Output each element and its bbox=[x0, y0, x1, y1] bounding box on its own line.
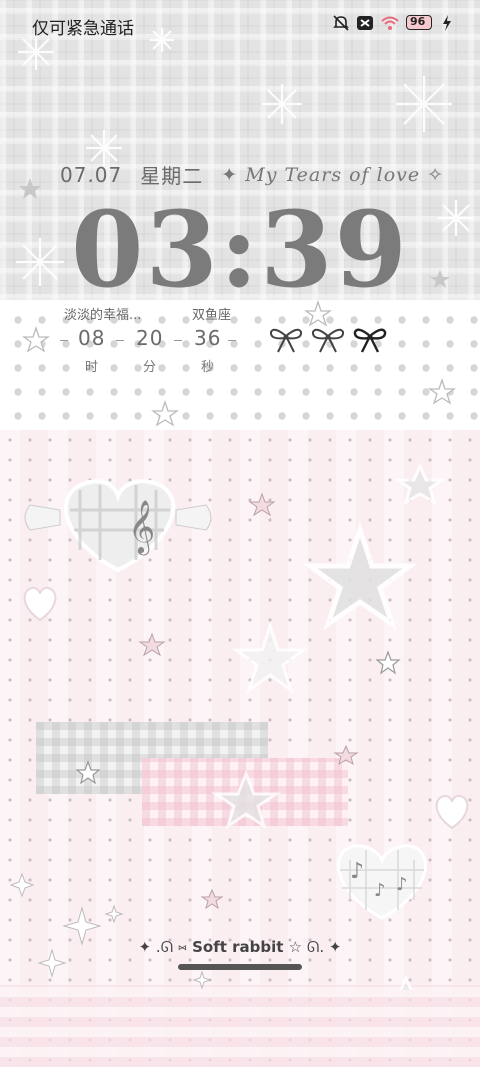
pink-star-icon bbox=[200, 888, 224, 910]
sparkle-icon: ✦ .ᘏ ⑅ bbox=[138, 938, 187, 956]
weekday-text: 星期二 bbox=[140, 164, 204, 188]
music-note-icon: ♪ bbox=[374, 880, 386, 901]
treble-clef-icon: 𝄞 bbox=[128, 499, 155, 555]
sparkle-icon bbox=[9, 872, 35, 898]
pink-star-icon bbox=[138, 632, 166, 657]
date-row: 07.07 星期二 ✦ My Tears of love ✧ bbox=[60, 160, 444, 189]
large-star-icon bbox=[211, 769, 281, 830]
caption-text: Soft rabbit bbox=[192, 938, 284, 956]
sparkle-icon: ✦ bbox=[221, 163, 239, 186]
status-bar: 仅可紧急通话 96 bbox=[0, 0, 480, 48]
snowflake-icon bbox=[396, 76, 452, 132]
music-note-icon: ♪ bbox=[396, 874, 408, 895]
wallpaper-caption: ✦ .ᘏ ⑅ Soft rabbit ☆ ᘏ. ✦ bbox=[0, 938, 480, 956]
battery-icon: 96 bbox=[406, 14, 436, 32]
large-star-icon bbox=[393, 462, 447, 506]
music-note-icon: ♪ bbox=[350, 859, 364, 884]
pink-star-icon bbox=[333, 744, 359, 766]
lockscreen-clock: 03:39 bbox=[71, 188, 409, 311]
battery-level-text: 96 bbox=[410, 15, 426, 28]
star-outline-icon bbox=[150, 399, 180, 427]
star-outline-icon bbox=[375, 650, 401, 675]
mute-icon bbox=[333, 15, 349, 31]
star-icon: ☆ ᘏ. ✦ bbox=[288, 938, 342, 956]
no-sim-icon bbox=[357, 16, 373, 30]
plaid-heart-icon bbox=[24, 479, 212, 573]
heart-icon bbox=[435, 794, 469, 830]
wallpaper-decorations: 𝄞 ♪ ♪ ♪ bbox=[9, 462, 469, 990]
sparkle-icon: ✧ bbox=[427, 163, 445, 186]
large-star-icon bbox=[399, 974, 413, 990]
star-outline-icon bbox=[427, 377, 457, 405]
wifi-icon bbox=[381, 16, 399, 30]
status-icons-group: 96 bbox=[332, 14, 452, 32]
decoration-text: ✦ My Tears of love ✧ bbox=[221, 164, 444, 186]
charging-icon bbox=[443, 15, 451, 31]
tears-of-love-text: My Tears of love bbox=[245, 163, 421, 186]
large-star-icon bbox=[302, 522, 418, 631]
star-outline-icon bbox=[75, 760, 101, 785]
large-star-icon bbox=[231, 621, 309, 694]
pink-star-icon bbox=[248, 492, 276, 517]
heart-icon bbox=[23, 586, 57, 622]
star-outline-icon bbox=[303, 299, 333, 327]
carrier-status-text: 仅可紧急通话 bbox=[32, 19, 134, 39]
polka-star-decorations bbox=[21, 299, 457, 427]
pink-stripe-band bbox=[0, 985, 480, 1067]
snowflake-icon bbox=[262, 84, 302, 124]
sparkle-icon bbox=[192, 970, 212, 990]
home-indicator[interactable] bbox=[178, 964, 302, 970]
star-outline-icon bbox=[21, 325, 51, 353]
date-text: 07.07 bbox=[60, 162, 123, 187]
sparkle-icon bbox=[104, 904, 124, 924]
